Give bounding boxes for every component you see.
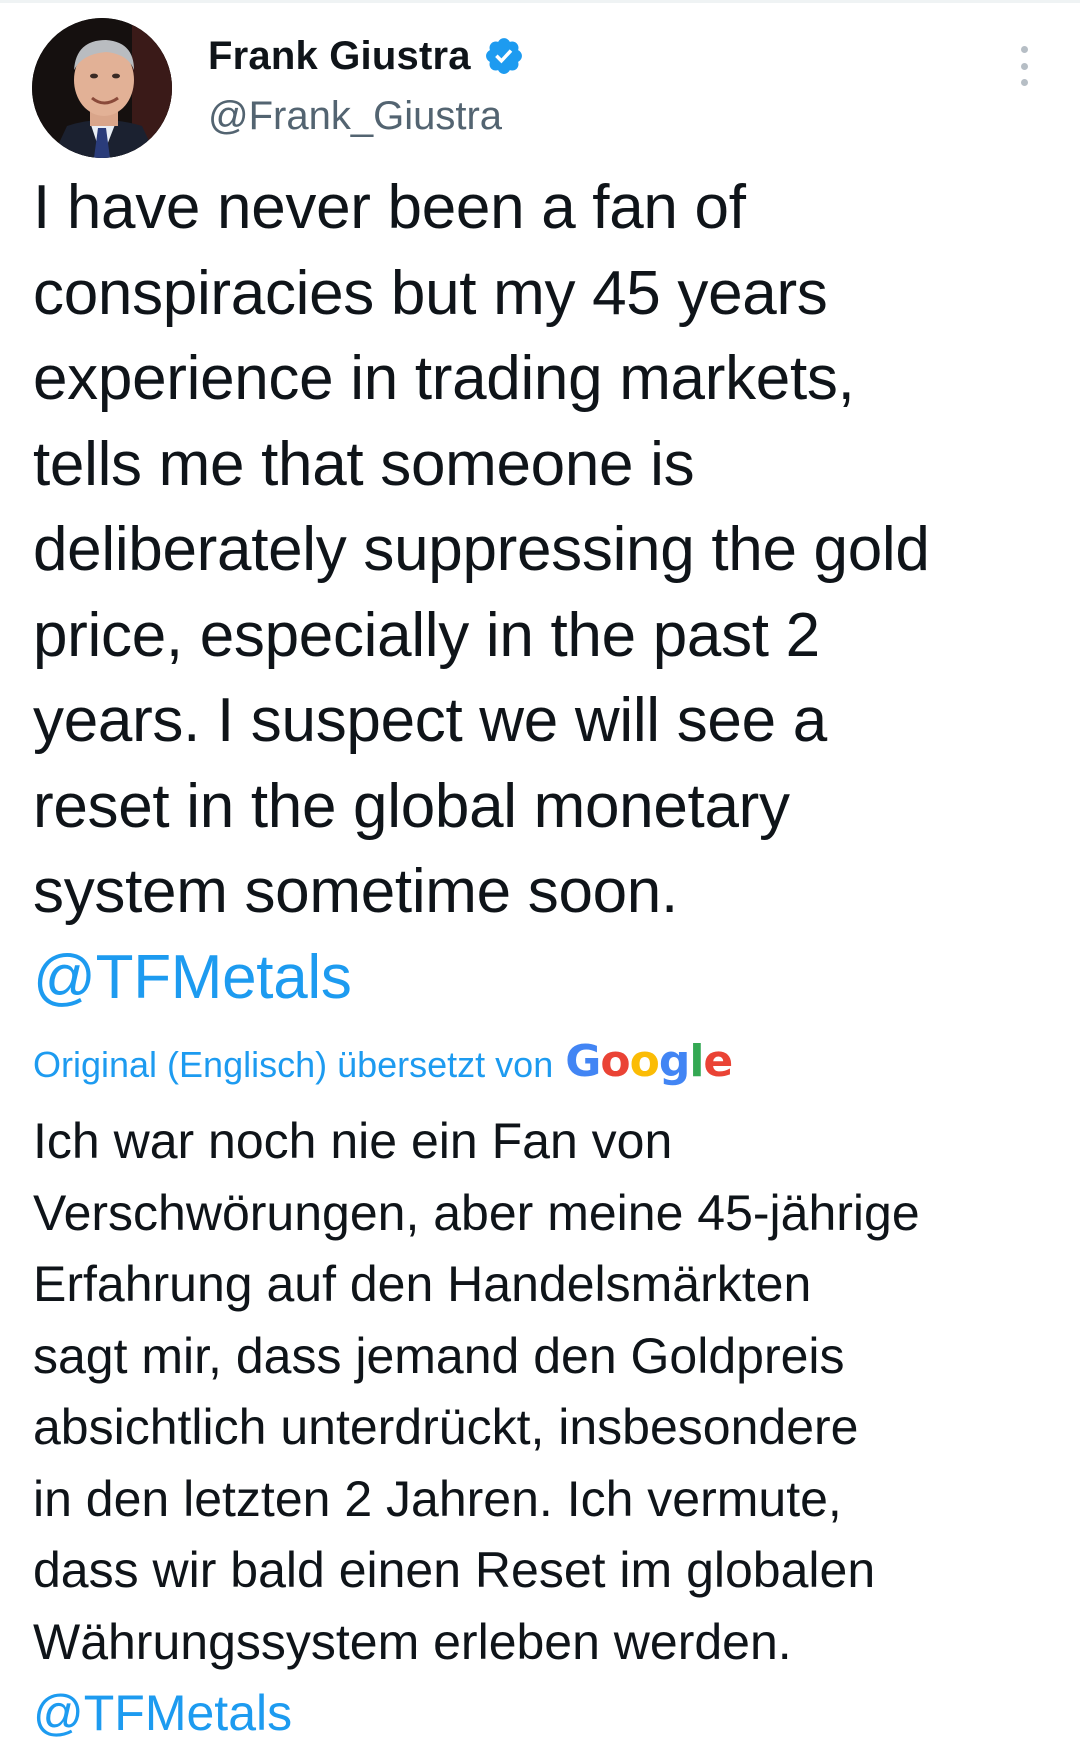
translated-line: Verschwörungen, aber meine 45-jährige xyxy=(33,1184,920,1241)
translated-line: Erfahrung auf den Handelsmärkten xyxy=(33,1256,812,1312)
translated-line: absichtlich unterdrückt, insbesondere xyxy=(33,1399,859,1455)
tweet-line: experience in trading markets, xyxy=(33,344,855,413)
tweet-line: price, especially in the past 2 xyxy=(33,600,820,670)
top-divider xyxy=(0,0,1080,3)
mention-link[interactable]: @TFMetals xyxy=(33,935,1053,1021)
dot xyxy=(1020,62,1028,70)
translated-line: dass wir bald einen Reset im globalen xyxy=(33,1542,876,1598)
avatar[interactable] xyxy=(32,18,172,158)
name-row: Frank Giustra xyxy=(208,30,525,82)
translation-label[interactable]: Original (Englisch) übersetzt von xyxy=(33,1044,553,1086)
display-name[interactable]: Frank Giustra xyxy=(208,34,471,79)
tweet-line: I have never been a fan of xyxy=(33,173,746,242)
user-info: Frank Giustra @Frank_Giustra xyxy=(208,30,525,139)
dot xyxy=(1020,46,1028,53)
translated-line: sagt mir, dass jemand den Goldpreis xyxy=(33,1327,845,1384)
more-options-icon[interactable] xyxy=(1004,44,1044,88)
tweet-text: I have never been a fan of conspiracies … xyxy=(33,165,1053,1020)
translated-line: Ich war noch nie ein Fan von xyxy=(33,1113,673,1169)
profile-photo-icon xyxy=(32,18,172,158)
tweet-line: system sometime soon. xyxy=(33,857,678,926)
translated-mention-link[interactable]: @TFMetals xyxy=(33,1678,1053,1750)
user-handle[interactable]: @Frank_Giustra xyxy=(208,94,525,139)
tweet-line: conspiracies but my 45 years xyxy=(33,258,828,328)
translation-attribution: Original (Englisch) übersetzt von Google xyxy=(33,1035,733,1095)
translated-line: Währungssystem erleben werden. xyxy=(33,1613,792,1670)
google-logo: Google xyxy=(565,1035,733,1087)
dot xyxy=(1020,79,1028,86)
translated-text: Ich war noch nie ein Fan von Verschwörun… xyxy=(33,1106,1053,1750)
tweet-line: deliberately suppressing the gold xyxy=(33,515,930,584)
tweet-line: years. I suspect we will see a xyxy=(33,686,827,755)
tweet-line: reset in the global monetary xyxy=(33,771,790,841)
verified-badge-icon xyxy=(483,35,525,77)
translated-line: in den letzten 2 Jahren. Ich vermute, xyxy=(33,1470,842,1527)
tweet-line: tells me that someone is xyxy=(33,429,695,499)
tweet-header: Frank Giustra @Frank_Giustra xyxy=(32,18,1048,158)
